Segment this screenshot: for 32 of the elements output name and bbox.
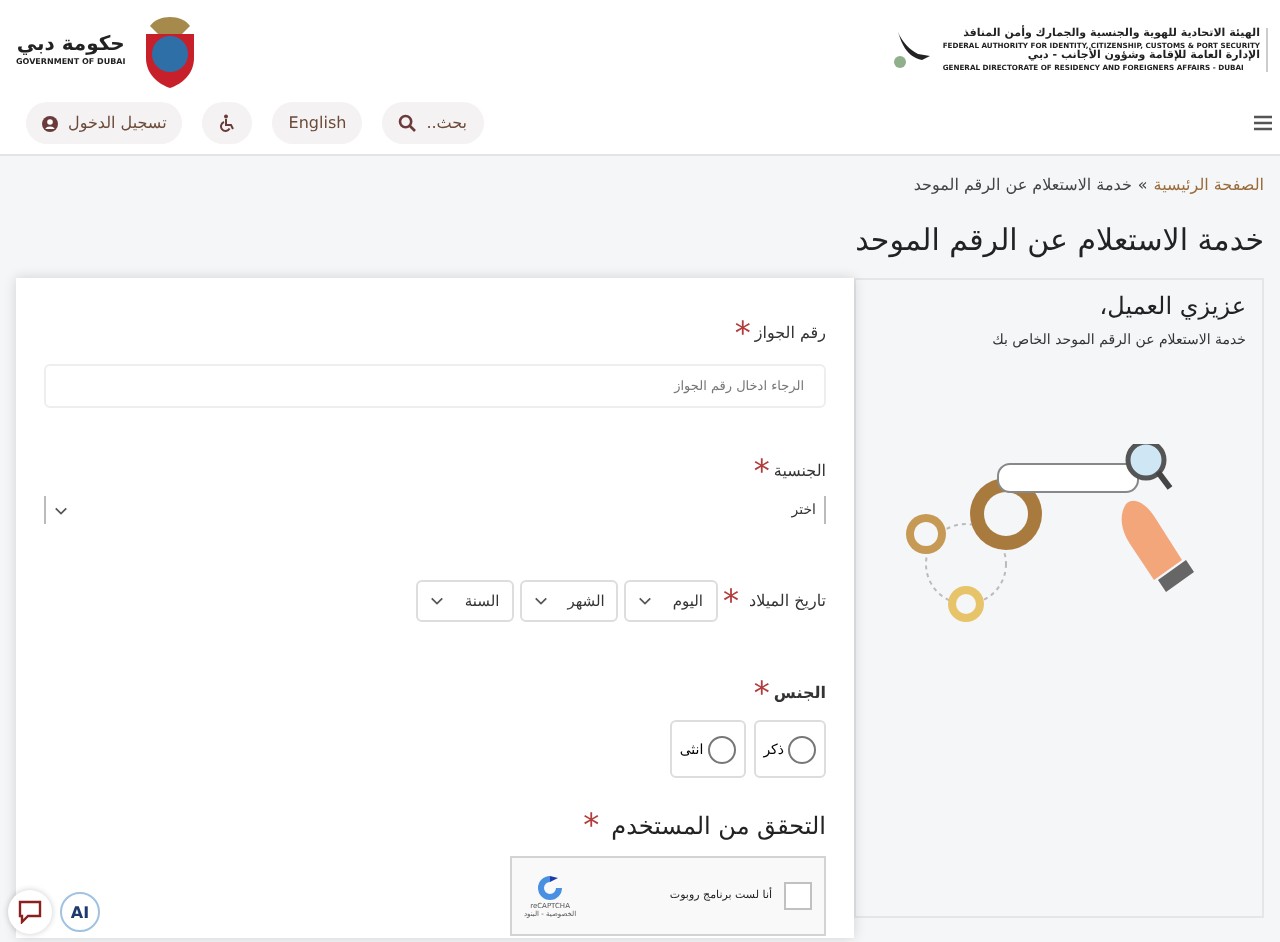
field-label: الجنسية [773, 462, 826, 480]
intro-heading: عزيزي العميل، [1097, 292, 1246, 320]
caret-icon [430, 596, 445, 606]
logo-text: حكومة دبي [16, 34, 125, 56]
caret-icon [533, 596, 548, 606]
captcha-checkbox[interactable] [784, 882, 812, 910]
chat-icon [18, 900, 42, 924]
required-asterisk: * [723, 582, 739, 620]
caret-icon [638, 596, 653, 606]
required-asterisk: * [734, 314, 751, 352]
recaptcha-icon [536, 874, 565, 902]
breadcrumb-link[interactable]: الصفحة الرئيسية [1153, 176, 1264, 194]
required-asterisk: * [753, 674, 770, 712]
required-asterisk: * [753, 452, 770, 490]
search-icon [398, 114, 417, 132]
captcha-heading: التحقق من المستخدم [611, 811, 826, 839]
field-label: رقم الجواز [754, 324, 826, 342]
field-label: الجنس [773, 684, 826, 702]
chat-button[interactable] [8, 890, 52, 934]
page-title: خدمة الاستعلام عن الرقم الموحد [853, 222, 1264, 258]
accessibility-button[interactable] [202, 102, 253, 144]
breadcrumb-separator: » [1137, 176, 1148, 194]
search-button[interactable]: بحث.. [382, 102, 484, 144]
required-asterisk: * [583, 806, 600, 844]
wheelchair-icon [218, 114, 237, 132]
language-button[interactable]: English [272, 102, 363, 144]
login-button[interactable]: تسجيل الدخول [26, 102, 183, 144]
menu-icon[interactable] [1254, 114, 1272, 132]
breadcrumb-current: خدمة الاستعلام عن الرقم الموحد [913, 176, 1132, 194]
field-label: تاريخ الميلاد [749, 592, 826, 610]
user-icon [42, 115, 58, 131]
caret-icon [54, 505, 68, 515]
